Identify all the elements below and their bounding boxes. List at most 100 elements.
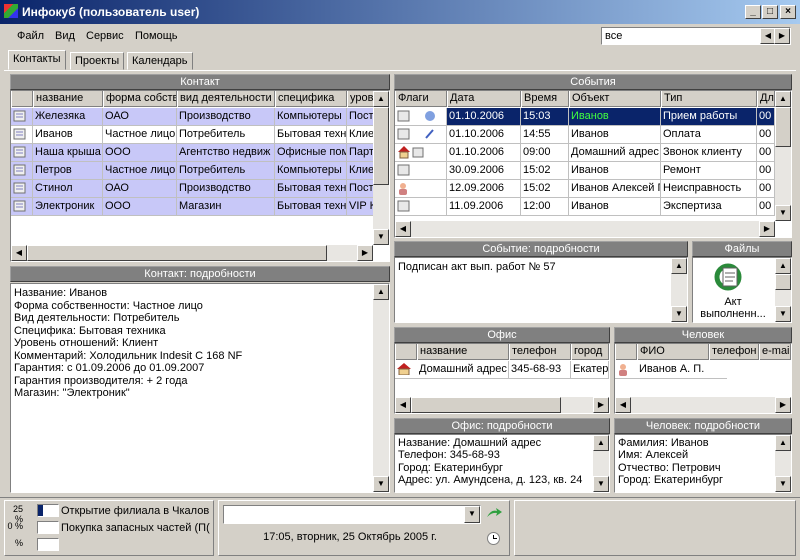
contact-row[interactable]: Наша крыша ООО Агентство недвиж Офисные пом…: [11, 144, 377, 162]
task-2-label[interactable]: Покупка запасных частей (П(: [61, 522, 211, 534]
contact-row[interactable]: Стинол ОАО Производство Бытовая техн Пост: [11, 180, 377, 198]
filter-combo[interactable]: все ◀ ▶: [601, 27, 791, 45]
contact-row[interactable]: Петров Частное лицо Потребитель Компьютеры К…: [11, 162, 377, 180]
contact-row[interactable]: Иванов Частное лицо Потребитель Бытовая тех…: [11, 126, 377, 144]
command-combo[interactable]: ▼: [223, 505, 481, 524]
scroll-down-button[interactable]: ▼: [671, 306, 687, 322]
scroll-down-button[interactable]: ▼: [373, 476, 389, 492]
task-1-label[interactable]: Открытие филиала в Чкалов: [61, 505, 211, 517]
col-icon: [11, 91, 33, 107]
contacts-hscroll[interactable]: ◀ ▶: [11, 245, 373, 261]
event-row[interactable]: 01.10.2006 14:55 Иванов Оплата 00: [395, 126, 775, 144]
events-grid: Флаги Дата Время Объект Тип Дл 01.10.200…: [394, 90, 792, 238]
tab-projects[interactable]: Проекты: [70, 52, 125, 70]
person-row[interactable]: Иванов А. П.: [615, 361, 791, 379]
chevron-down-icon[interactable]: ▼: [464, 506, 480, 523]
clock-icon[interactable]: [487, 532, 500, 545]
scroll-left-button[interactable]: ◀: [615, 397, 631, 413]
file-label[interactable]: Акт выполненн...: [695, 296, 771, 320]
event-row[interactable]: 30.09.2006 15:02 Иванов Ремонт 00: [395, 162, 775, 180]
scroll-up-button[interactable]: ▲: [593, 435, 609, 451]
scroll-down-button[interactable]: ▼: [593, 476, 609, 492]
menu-service[interactable]: Сервис: [86, 30, 124, 42]
col-ownership[interactable]: форма собств: [103, 91, 177, 107]
scroll-thumb[interactable]: [373, 107, 389, 185]
col-office-name[interactable]: название: [417, 344, 509, 360]
scroll-right-button[interactable]: ▶: [775, 397, 791, 413]
col-date[interactable]: Дата: [447, 91, 521, 107]
scroll-up-button[interactable]: ▲: [775, 435, 791, 451]
col-office-city[interactable]: город: [571, 344, 609, 360]
events-hscroll[interactable]: ◀ ▶: [395, 221, 775, 237]
col-activity[interactable]: вид деятельности: [177, 91, 275, 107]
col-fio[interactable]: ФИО: [637, 344, 709, 360]
scroll-up-button[interactable]: ▲: [671, 258, 687, 274]
scroll-up-button[interactable]: ▲: [373, 91, 389, 107]
col-object[interactable]: Объект: [569, 91, 661, 107]
scroll-left-button[interactable]: ◀: [395, 397, 411, 413]
datetime-text: 17:05, вторник, 25 Октябрь 2005 г.: [263, 531, 437, 543]
contact-doc-icon: [11, 198, 33, 216]
scroll-right-button[interactable]: ▶: [357, 245, 373, 261]
scroll-up-button[interactable]: ▲: [775, 258, 791, 274]
scroll-right-button[interactable]: ▶: [759, 221, 775, 237]
col-office-phone[interactable]: телефон: [509, 344, 571, 360]
person-columns: ФИО телефон e-mail: [615, 344, 791, 360]
scroll-down-button[interactable]: ▼: [373, 229, 389, 245]
run-icon[interactable]: [485, 507, 503, 521]
menu-file[interactable]: Файл: [17, 30, 44, 42]
event-row[interactable]: 11.09.2006 12:00 Иванов Экспертиза 00: [395, 198, 775, 216]
minimize-button[interactable]: _: [745, 5, 761, 19]
scroll-thumb[interactable]: [775, 107, 791, 147]
office-details-vscroll[interactable]: ▲ ▼: [593, 435, 609, 492]
scroll-right-button[interactable]: ▶: [593, 397, 609, 413]
scroll-down-button[interactable]: ▼: [775, 476, 791, 492]
col-type[interactable]: Тип: [661, 91, 757, 107]
contact-cell: ООО: [103, 144, 177, 162]
contacts-vscroll[interactable]: ▲ ▼: [373, 91, 389, 245]
scroll-left-button[interactable]: ◀: [395, 221, 411, 237]
event-row[interactable]: 12.09.2006 15:02 Иванов Алексей П Неисправн…: [395, 180, 775, 198]
col-person-phone[interactable]: телефон: [709, 344, 759, 360]
office-hscroll[interactable]: ◀ ▶: [395, 397, 609, 413]
office-row[interactable]: Домашний адрес 345-68-93 Екатер: [395, 361, 609, 379]
event-row[interactable]: 01.10.2006 09:00 Домашний адрес Звонок клие…: [395, 144, 775, 162]
document-file-icon[interactable]: [711, 262, 745, 292]
files-vscroll[interactable]: ▲ ▼: [775, 258, 791, 322]
contact-details-panel[interactable]: Название: Иванов Форма собственности: Ча…: [10, 283, 390, 493]
tab-calendar[interactable]: Календарь: [127, 52, 193, 70]
col-flags[interactable]: Флаги: [395, 91, 447, 107]
contact-cell: Петров: [33, 162, 103, 180]
scroll-down-button[interactable]: ▼: [775, 205, 791, 221]
event-details-vscroll[interactable]: ▲ ▼: [671, 258, 687, 322]
scroll-thumb[interactable]: [775, 274, 791, 290]
scroll-down-button[interactable]: ▼: [775, 306, 791, 322]
close-button[interactable]: ×: [780, 5, 796, 19]
contact-row[interactable]: Электроник ООО Магазин Бытовая техн VIP К: [11, 198, 377, 216]
events-vscroll[interactable]: ▲ ▼: [775, 91, 791, 221]
col-specifics[interactable]: специфика: [275, 91, 347, 107]
combo-right-arrow[interactable]: ▶: [774, 28, 790, 44]
person-hscroll[interactable]: ◀ ▶: [615, 397, 791, 413]
contact-row[interactable]: Железяка ОАО Производство Компьютеры Пост: [11, 108, 377, 126]
menu-view[interactable]: Вид: [55, 30, 75, 42]
event-row[interactable]: 01.10.2006 15:03 Иванов Прием работы 00: [395, 108, 775, 126]
col-time[interactable]: Время: [521, 91, 569, 107]
event-details-panel[interactable]: Подписан акт вып. работ № 57 ▲ ▼: [394, 257, 688, 323]
maximize-button[interactable]: □: [762, 5, 778, 19]
col-name[interactable]: название: [33, 91, 103, 107]
scroll-left-button[interactable]: ◀: [11, 245, 27, 261]
tab-contacts[interactable]: Контакты: [8, 50, 66, 70]
event-cell: 14:55: [521, 126, 569, 144]
scroll-thumb[interactable]: [27, 245, 327, 261]
scroll-thumb[interactable]: [411, 397, 561, 413]
col-email[interactable]: e-mail: [759, 344, 791, 360]
scroll-up-button[interactable]: ▲: [373, 284, 389, 300]
person-details-vscroll[interactable]: ▲ ▼: [775, 435, 791, 492]
office-details-panel[interactable]: Название: Домашний адрес Телефон: 345-68…: [394, 434, 610, 493]
contact-details-vscroll[interactable]: ▲ ▼: [373, 284, 389, 492]
scroll-up-button[interactable]: ▲: [775, 91, 791, 107]
menu-help[interactable]: Помощь: [135, 30, 178, 42]
person-details-panel[interactable]: Фамилия: Иванов Имя: Алексей Отчество: П…: [614, 434, 792, 493]
col-duration[interactable]: Дл: [757, 91, 775, 107]
